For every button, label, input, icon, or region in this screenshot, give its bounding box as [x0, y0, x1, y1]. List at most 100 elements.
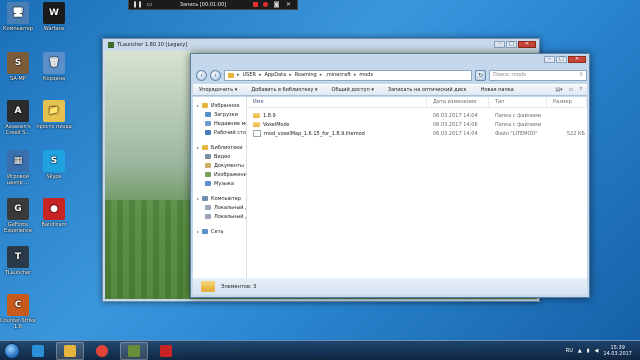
- camera-icon[interactable]: ◙: [273, 1, 280, 8]
- pause-icon[interactable]: ❚❚: [132, 1, 142, 8]
- minimize-button[interactable]: –: [494, 41, 505, 48]
- nav-item[interactable]: Недавние места: [193, 119, 246, 128]
- nav-item[interactable]: Локальный диск (D:): [193, 212, 246, 221]
- help-icon[interactable]: ?: [579, 87, 582, 93]
- app-icon: A: [7, 100, 29, 122]
- breadcrumb-item[interactable]: AppData: [265, 72, 287, 78]
- file-date: 06.03.2017 14:04: [433, 112, 478, 119]
- nav-item[interactable]: Загрузки: [193, 110, 246, 119]
- breadcrumb-item[interactable]: mods: [359, 72, 373, 78]
- taskbar-minecraft-button[interactable]: [120, 341, 148, 360]
- nav-item[interactable]: ▸ Избранное: [193, 101, 246, 110]
- nav-item[interactable]: Музыка: [193, 179, 246, 188]
- minimize-button[interactable]: –: [544, 56, 555, 63]
- window-icon[interactable]: ▭: [146, 1, 153, 8]
- desktop-icon[interactable]: 🗑 Корзина: [36, 52, 72, 82]
- breadcrumb-separator[interactable]: ▸: [289, 72, 292, 78]
- expand-arrow-icon[interactable]: ▸: [197, 103, 199, 108]
- breadcrumb-item[interactable]: Roaming: [295, 72, 317, 78]
- nav-item[interactable]: Локальный диск (C:): [193, 203, 246, 212]
- desktop-icon[interactable]: C Counter-Strike 1.6: [0, 294, 36, 330]
- column-date[interactable]: Дата изменения: [427, 97, 489, 107]
- toolbar-new-folder[interactable]: Новая папка: [481, 87, 514, 93]
- nav-item[interactable]: ▸ Компьютер: [193, 194, 246, 203]
- folder-icon: [201, 281, 215, 292]
- taskbar-ie-button[interactable]: [24, 342, 52, 360]
- start-button[interactable]: [4, 342, 20, 359]
- explorer-window[interactable]: – □ ✕ ‹ › ▸ USER ▸ AppData ▸ Roaming ▸ .minecr…: [190, 53, 590, 298]
- app-icon: ▦: [7, 150, 29, 172]
- nav-item[interactable]: ▸ Библиотеки: [193, 143, 246, 152]
- file-row[interactable]: VoxelMods 06.03.2017 14:06 Папка с файлами: [247, 120, 587, 129]
- volume-icon[interactable]: ◀: [595, 348, 599, 354]
- network-icon[interactable]: ▮: [587, 348, 590, 354]
- view-options-icon[interactable]: ▤▾: [555, 87, 562, 93]
- app-icon: S: [43, 150, 65, 172]
- column-name[interactable]: Имя: [247, 97, 427, 107]
- desktop-icon[interactable]: S Skype: [36, 150, 72, 180]
- taskbar-bandicam-button[interactable]: [152, 342, 180, 360]
- expand-arrow-icon[interactable]: ▸: [197, 145, 199, 150]
- breadcrumb-separator[interactable]: ▸: [259, 72, 262, 78]
- desktop-icon-label: Игровой центр ...: [6, 174, 30, 186]
- file-name: VoxelMods: [263, 121, 290, 128]
- breadcrumb-separator[interactable]: ▸: [354, 72, 357, 78]
- desktop-icon[interactable]: G GeForce Experience: [0, 198, 36, 234]
- breadcrumb-item[interactable]: .minecraft: [325, 72, 351, 78]
- app-icon: T: [7, 246, 29, 268]
- preview-pane-icon[interactable]: ▭: [569, 87, 574, 93]
- expand-arrow-icon[interactable]: ▸: [197, 229, 199, 234]
- record-icon[interactable]: [263, 2, 268, 7]
- close-icon[interactable]: ✕: [285, 1, 292, 8]
- stop-icon[interactable]: [253, 2, 258, 7]
- desktop-icon[interactable]: 🖥 Компьютер: [0, 2, 36, 32]
- clock[interactable]: 15:39 14.03.2017: [603, 345, 632, 357]
- tray-arrow-icon[interactable]: ▲: [578, 348, 582, 354]
- taskbar: RU ▲ ▮ ◀ 15:39 14.03.2017: [0, 340, 640, 360]
- forward-button[interactable]: ›: [210, 69, 221, 81]
- desktop-icon[interactable]: ▦ Игровой центр ...: [0, 150, 36, 186]
- search-input[interactable]: Поиск: mods ⚲: [489, 69, 587, 81]
- refresh-button[interactable]: ↻: [475, 69, 486, 81]
- breadcrumb-separator[interactable]: ▸: [320, 72, 323, 78]
- tlauncher-titlebar[interactable]: TLauncher 1.80.10 [Legacy]: [103, 39, 539, 51]
- app-icon: G: [7, 198, 29, 220]
- close-button[interactable]: ✕: [568, 56, 586, 63]
- maximize-button[interactable]: □: [556, 56, 567, 63]
- desktop-icon[interactable]: A Assassin's Creed S...: [0, 100, 36, 136]
- desktop-icon[interactable]: W Warface: [36, 2, 72, 32]
- chrome-icon: [96, 344, 108, 357]
- toolbar-add-to-library[interactable]: Добавить в библиотеку ▾: [251, 87, 317, 93]
- desktop-icon[interactable]: ● Bandicam: [36, 198, 72, 228]
- file-row[interactable]: mod_voxelMap_1.6.15_for_1.8.9.litemod 06.…: [247, 129, 587, 138]
- language-indicator[interactable]: RU: [566, 348, 573, 354]
- desktop-icon[interactable]: S SA-MP: [0, 52, 36, 82]
- close-button[interactable]: ✕: [518, 41, 536, 48]
- nav-item[interactable]: Документы: [193, 161, 246, 170]
- toolbar-burn[interactable]: Записать на оптический диск: [388, 87, 467, 93]
- desktop-icon[interactable]: 📁 просто пизда: [36, 100, 72, 130]
- expand-arrow-icon[interactable]: ▸: [197, 196, 199, 201]
- nav-item-icon: [202, 229, 209, 234]
- nav-item[interactable]: Рабочий стол: [193, 128, 246, 137]
- nav-item[interactable]: Изображения: [193, 170, 246, 179]
- tlauncher-title: TLauncher 1.80.10 [Legacy]: [117, 42, 188, 48]
- taskbar-explorer-button[interactable]: [56, 341, 84, 360]
- breadcrumb-item[interactable]: USER: [243, 72, 256, 78]
- nav-item[interactable]: Видео: [193, 152, 246, 161]
- file-row[interactable]: 1.8.9 06.03.2017 14:04 Папка с файлами: [247, 111, 587, 120]
- toolbar-organize[interactable]: Упорядочить ▾: [199, 87, 237, 93]
- desktop-icon[interactable]: T TLauncher: [0, 246, 36, 276]
- desktop-icon-label: просто пизда: [36, 124, 72, 130]
- taskbar-chrome-button[interactable]: [88, 342, 116, 360]
- back-button[interactable]: ‹: [196, 69, 207, 81]
- path-input[interactable]: ▸ USER ▸ AppData ▸ Roaming ▸ .minecraft ▸ mods: [224, 69, 472, 81]
- column-size[interactable]: Размер: [547, 97, 587, 107]
- app-icon: ●: [43, 198, 65, 220]
- nav-item-label: Документы: [214, 162, 244, 169]
- maximize-button[interactable]: □: [506, 41, 517, 48]
- column-type[interactable]: Тип: [489, 97, 547, 107]
- nav-item[interactable]: ▸ Сеть: [193, 227, 246, 236]
- toolbar-share[interactable]: Общий доступ ▾: [332, 87, 374, 93]
- desktop-icon-label: GeForce Experience: [4, 222, 32, 234]
